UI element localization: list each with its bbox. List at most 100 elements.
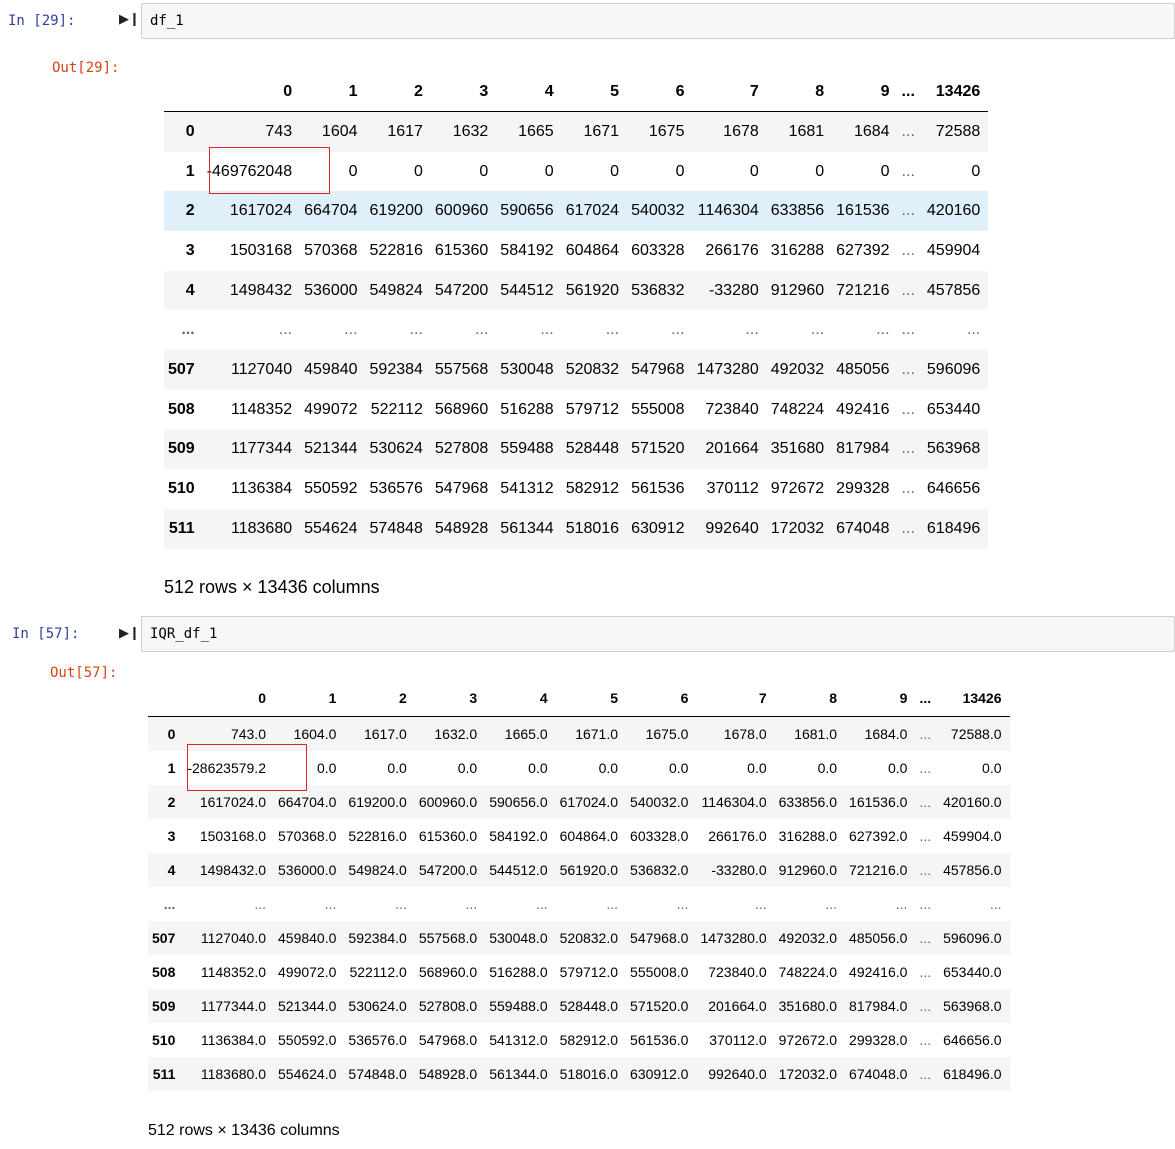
table-cell: 570368.0 (278, 828, 337, 844)
table-row[interactable]: 3 1503168.0 570368.0 522816.0 615360.0 584192… (148, 819, 1010, 853)
table-cell: 0.0 (457, 760, 478, 776)
table-cell: 561536 (631, 480, 685, 498)
table-row[interactable]: 4 1498432.0 536000.0 549824.0 547200.0 544512… (148, 853, 1010, 887)
table-cell: 536000.0 (278, 862, 337, 878)
table-row[interactable]: 507 1127040 459840 592384 557568 530048 520832… (164, 350, 989, 390)
table-cell: 420160.0 (943, 794, 1002, 810)
table-cell: ... (895, 896, 908, 912)
row-index: 4 (185, 281, 195, 299)
table-row[interactable]: 510 1136384 550592 536576 547968 541312 582912… (164, 469, 988, 509)
column-header: 4 (539, 690, 548, 706)
row-index: 510 (168, 480, 195, 498)
table-cell: -33280 (708, 281, 759, 299)
table-cell: 528448 (565, 440, 620, 458)
table-cell: 520832 (565, 360, 620, 378)
table-cell: 1684.0 (864, 726, 908, 742)
table-cell: 653440 (926, 400, 981, 418)
table-cell: 172032.0 (778, 1066, 838, 1082)
table-cell: 541312 (500, 480, 554, 498)
table-cell: 603328 (631, 241, 685, 259)
table-cell: 1498432 (229, 281, 293, 299)
table-cell: 561536.0 (630, 1032, 689, 1048)
table-row[interactable]: 509 1177344.0 521344.0 530624.0 527808.0 5594… (148, 989, 1010, 1023)
row-index: 2 (185, 202, 195, 220)
table-cell: ... (919, 1066, 932, 1082)
table-cell: 541312.0 (489, 1032, 548, 1048)
table-row[interactable]: 508 1148352 499072 522112 568960 516288 579712… (164, 390, 988, 430)
table-row[interactable]: 0 743 1604 1617 1632 1665 1671 1675 1678 1681 1684… (164, 111, 989, 152)
table-row[interactable]: 2 1617024 664704 619200 600960 590656 617024 54… (164, 191, 989, 232)
table-cell: 536832 (631, 281, 685, 299)
table-cell: 557568.0 (418, 930, 478, 946)
table-cell: 618496 (926, 519, 981, 537)
table-row[interactable]: ....................................... (148, 887, 1010, 921)
table-cell: ... (754, 896, 767, 912)
table-cell: 600960 (434, 202, 489, 220)
table-cell: 664704 (304, 202, 358, 220)
table-cell: 630912 (631, 519, 685, 537)
table-cell: 527808 (434, 440, 489, 458)
row-index: 2 (167, 794, 176, 810)
table-cell: 1473280.0 (700, 930, 767, 946)
table-cell: 548928.0 (418, 1066, 478, 1082)
table-row[interactable]: 507 1127040.0 459840.0 592384.0 557568.0 5300… (148, 921, 1010, 955)
table-row[interactable]: 508 1148352.0 499072.0 522112.0 568960.0 5162… (148, 955, 1010, 989)
table-cell: 582912.0 (559, 1032, 619, 1048)
table-cell: 0.0 (982, 760, 1002, 776)
table-cell: 0 (675, 162, 685, 180)
table-cell: 992640 (705, 519, 759, 537)
table-row[interactable]: 511 1183680 554624 574848 548928 561344 518016… (164, 508, 989, 549)
table-cell: 618496.0 (943, 1066, 1002, 1082)
row-index: 508 (152, 964, 176, 980)
column-header: 0 (283, 82, 293, 100)
table-row[interactable]: 509 1177344 521344 530624 527808 559488 528448… (164, 429, 989, 470)
table-cell: 0 (610, 162, 620, 180)
table-cell: 0.0 (747, 760, 767, 776)
table-cell: ... (605, 321, 620, 339)
table-cell: 547968 (631, 360, 685, 378)
highlight-box-1 (209, 147, 330, 194)
table-cell: 674048 (836, 519, 890, 537)
table-cell: 817984.0 (849, 998, 908, 1014)
column-header: 8 (815, 82, 825, 100)
shape-caption-2: 512 rows × 13436 columns (148, 1122, 340, 1139)
table-cell: 1146304 (697, 202, 759, 220)
code-input-2[interactable]: IQR_df_1 (141, 616, 1175, 652)
dataframe-table-2: 0 1 2 3 4 5 6 7 8 9... 13426 0 743.0 1604.0 1617.0 1632… (148, 680, 1010, 1091)
table-cell: ... (745, 321, 759, 339)
table-cell: ... (919, 930, 932, 946)
table-cell: 584192 (500, 241, 554, 259)
table-cell: 1632.0 (434, 726, 478, 742)
table-cell: 554624 (304, 519, 358, 537)
table-row[interactable]: 511 1183680.0 554624.0 574848.0 548928.0 5613… (148, 1057, 1010, 1091)
table-cell: 0 (880, 162, 890, 180)
table-cell: 530048.0 (489, 930, 548, 946)
table-cell: 646656.0 (943, 1032, 1002, 1048)
table-cell: 528448.0 (559, 998, 619, 1014)
table-cell: 459840 (304, 360, 358, 378)
table-cell: ... (919, 726, 932, 742)
table-cell: 522816.0 (348, 828, 407, 844)
code-input-1[interactable]: df_1 (141, 3, 1175, 39)
column-header: 5 (610, 82, 620, 100)
column-header: ... (901, 82, 915, 100)
table-row[interactable]: 510 1136384.0 550592.0 536576.0 547968.0 5413… (148, 1023, 1010, 1057)
row-index: 509 (168, 440, 195, 458)
table-cell: 521344.0 (278, 998, 337, 1014)
table-row[interactable]: ....................................... (164, 310, 988, 350)
table-cell: ... (671, 321, 685, 339)
table-cell: 1632 (452, 122, 489, 140)
input-prompt-2: In [57]: (12, 626, 80, 642)
table-cell: ... (966, 321, 981, 339)
table-cell: ... (810, 321, 825, 339)
output-prompt-1: Out[29]: (52, 60, 120, 76)
table-cell: 817984 (836, 440, 890, 458)
table-row[interactable]: 4 1498432 536000 549824 547200 544512 561920 53… (164, 270, 989, 311)
table-cell: 600960.0 (418, 794, 478, 810)
step-run-icon[interactable]: ▶❙ (119, 626, 140, 641)
table-cell: 516288 (500, 400, 554, 418)
step-run-icon[interactable]: ▶❙ (119, 12, 140, 27)
table-cell: 1127040.0 (200, 930, 266, 946)
table-row[interactable]: 3 1503168 570368 522816 615360 584192 604864 60… (164, 231, 988, 271)
column-header: 4 (544, 82, 554, 100)
